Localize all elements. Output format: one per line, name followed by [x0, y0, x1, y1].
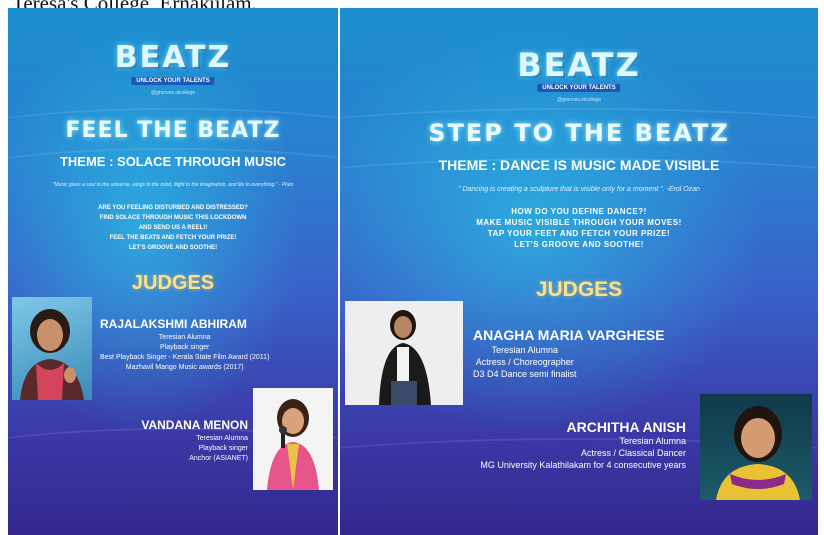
- instagram-handle: @grooves.stcollege: [151, 90, 195, 96]
- judge-detail-line: MG University Kalathilakam for 4 consecu…: [480, 460, 686, 470]
- judge-photo-anagha: [345, 301, 463, 405]
- body-line: LET'S GROOVE AND SOOTHE!: [514, 240, 644, 249]
- judge-photo-architha: [700, 394, 812, 500]
- body-line: TAP YOUR FEET AND FETCH YOUR PRIZE!: [487, 229, 671, 238]
- judge-detail-line: D3 D4 Dance semi finalist: [473, 369, 577, 379]
- poster-title: STEP TO THE BEATZ: [428, 119, 730, 147]
- body-line: HOW DO YOU DEFINE DANCE?!: [511, 207, 647, 216]
- judge-name: VANDANA MENON: [141, 418, 248, 432]
- beatz-logo: BEATZ: [114, 40, 232, 75]
- body-line: ARE YOU FEELING DISTURBED AND DISTRESSED…: [98, 205, 248, 211]
- poster-quote: "Music gives a soul to the universe, win…: [52, 182, 294, 188]
- poster-theme: THEME : DANCE IS MUSIC MADE VISIBLE: [438, 157, 720, 173]
- judge-detail-line: Anchor (ASIANET): [189, 455, 248, 462]
- logo-tagline: UNLOCK YOUR TALENTS: [131, 77, 215, 85]
- judge-detail-line: Actress / Choreographer: [475, 357, 574, 367]
- judge-detail-line: Best Playback Singer - Kerala State Film…: [100, 354, 270, 361]
- poster-body: HOW DO YOU DEFINE DANCE?! MAKE MUSIC VIS…: [340, 206, 818, 250]
- judge-detail-line: Actress / Classical Dancer: [580, 448, 686, 458]
- poster-step-to-the-beatz: BEATZ UNLOCK YOUR TALENTS @grooves.stcol…: [340, 8, 818, 535]
- judge-name: RAJALAKSHMI ABHIRAM: [100, 317, 247, 331]
- judge-detail-line: Playback singer: [198, 445, 248, 452]
- instagram-handle: @grooves.stcollege: [557, 97, 601, 103]
- judge-detail-line: Mazhavil Mango Music awards (2017): [125, 364, 244, 371]
- judge-name: ANAGHA MARIA VARGHESE: [473, 327, 665, 343]
- judge-details: Teresian Alumna Actress / Classical Danc…: [480, 435, 686, 471]
- judge-detail-line: Teresian Alumna: [619, 436, 686, 446]
- body-line: MAKE MUSIC VISIBLE THROUGH YOUR MOVES!: [476, 218, 682, 227]
- poster-body: ARE YOU FEELING DISTURBED AND DISTRESSED…: [8, 203, 338, 253]
- judge-photo-vandana: [253, 388, 333, 490]
- judge-detail-line: Teresian Alumna: [491, 345, 559, 355]
- judge-detail-line: Teresian Alumna: [158, 334, 211, 341]
- judge-detail-line: Playback singer: [159, 344, 210, 351]
- judges-heading: JUDGES: [131, 272, 215, 294]
- poster-quote: " Dancing is creating a sculpture that i…: [458, 186, 700, 193]
- judge-details: Teresian Alumna Playback singer Best Pla…: [100, 333, 269, 373]
- beatz-logo: BEATZ: [517, 46, 641, 84]
- body-line: AND SEND US A REEL!!: [138, 225, 208, 231]
- poster-title: FEEL THE BEATZ: [65, 118, 281, 143]
- judge-details: Teresian Alumna Actress / Choreographer …: [473, 344, 577, 380]
- judge-details: Teresian Alumna Playback singer Anchor (…: [189, 434, 248, 464]
- judge-detail-line: Teresian Alumna: [196, 435, 248, 442]
- poster-feel-the-beatz: BEATZ UNLOCK YOUR TALENTS @grooves.stcol…: [8, 8, 338, 535]
- poster-theme: THEME : SOLACE THROUGH MUSIC: [59, 154, 287, 169]
- judges-heading: JUDGES: [535, 278, 623, 301]
- judge-name: ARCHITHA ANISH: [566, 419, 686, 435]
- logo-tagline: UNLOCK YOUR TALENTS: [537, 84, 621, 92]
- body-line: FEEL THE BEATS AND FETCH YOUR PRIZE!: [109, 235, 237, 241]
- body-line: LET'S GROOVE AND SOOTHE!: [128, 245, 218, 251]
- body-line: FIND SOLACE THROUGH MUSIC THIS LOCKDOWN: [99, 215, 247, 221]
- judge-photo-rajalakshmi: [12, 297, 92, 400]
